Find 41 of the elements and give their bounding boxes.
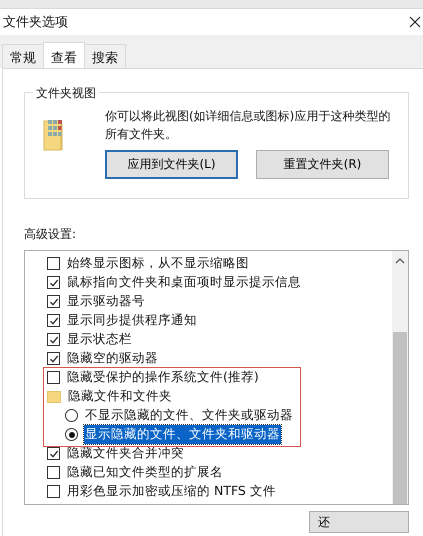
option-label: 隐藏空的驱动器 [66, 349, 159, 367]
option-label: 显示驱动器号 [66, 292, 146, 310]
option-label: 始终显示图标，从不显示缩略图 [66, 254, 250, 272]
option-label: 显示隐藏的文件、文件夹和驱动器 [84, 425, 281, 444]
checkbox[interactable] [47, 447, 60, 460]
checkbox[interactable] [47, 466, 60, 479]
window-title: 文件夹选项 [3, 14, 68, 31]
option-label: 隐藏已知文件类型的扩展名 [66, 463, 224, 481]
group-title: 文件夹视图 [33, 85, 99, 102]
option-label: 显示状态栏 [66, 330, 133, 348]
folder-icon [47, 390, 61, 402]
option-label: 隐藏受保护的操作系统文件(推荐) [66, 368, 260, 386]
checkbox[interactable] [47, 257, 60, 270]
checkbox[interactable] [47, 314, 60, 327]
restore-button[interactable]: 还 [309, 511, 409, 533]
checkbox[interactable] [47, 276, 60, 289]
scrollbar[interactable] [392, 251, 408, 504]
description-text: 你可以将此视图(如详细信息或图标)应用于这种类型的所有文件夹。 [105, 108, 392, 143]
checkbox[interactable] [47, 371, 60, 384]
tab[interactable]: 查看 [43, 42, 85, 68]
option-label: 用彩色显示加密或压缩的 NTFS 文件 [66, 482, 277, 500]
settings-list[interactable]: 始终显示图标，从不显示缩略图 鼠标指向文件夹和桌面项时显示提示信息 显示驱动器号 显示同步提供程序通知 显示状态栏 隐藏空的驱动器 隐藏受保护的操作系统文件(推荐) 隐藏文件和文件夹 不显示隐藏的文件、文件夹或驱动器 显示隐藏的文件、文件夹和驱动器 隐藏文件夹合并冲突 隐藏已知文件类型的扩展名 用彩色显示加密或压缩的 NTFS 文件 [24, 250, 409, 505]
checkbox[interactable] [47, 333, 60, 346]
option-label: 隐藏文件夹合并冲突 [66, 444, 185, 462]
scroll-up-icon[interactable] [395, 258, 405, 264]
option-label: 显示同步提供程序通知 [66, 311, 198, 329]
reset-button[interactable]: 重置文件夹(R) [256, 150, 389, 179]
close-icon[interactable] [409, 16, 421, 28]
apply-button[interactable]: 应用到文件夹(L) [105, 150, 238, 179]
checkbox[interactable] [47, 352, 60, 365]
radio-button[interactable] [65, 428, 78, 441]
tab[interactable]: 常规 [2, 44, 44, 68]
checkbox[interactable] [47, 295, 60, 308]
section-label: 高级设置: [24, 226, 78, 243]
option-label: 鼠标指向文件夹和桌面项时显示提示信息 [66, 273, 302, 291]
tab[interactable]: 搜索 [84, 44, 126, 68]
scroll-thumb[interactable] [393, 332, 407, 504]
option-label: 不显示隐藏的文件、文件夹或驱动器 [84, 406, 294, 424]
radio-button[interactable] [65, 409, 78, 422]
option-label: 隐藏文件和文件夹 [67, 387, 173, 405]
checkbox[interactable] [47, 485, 60, 498]
